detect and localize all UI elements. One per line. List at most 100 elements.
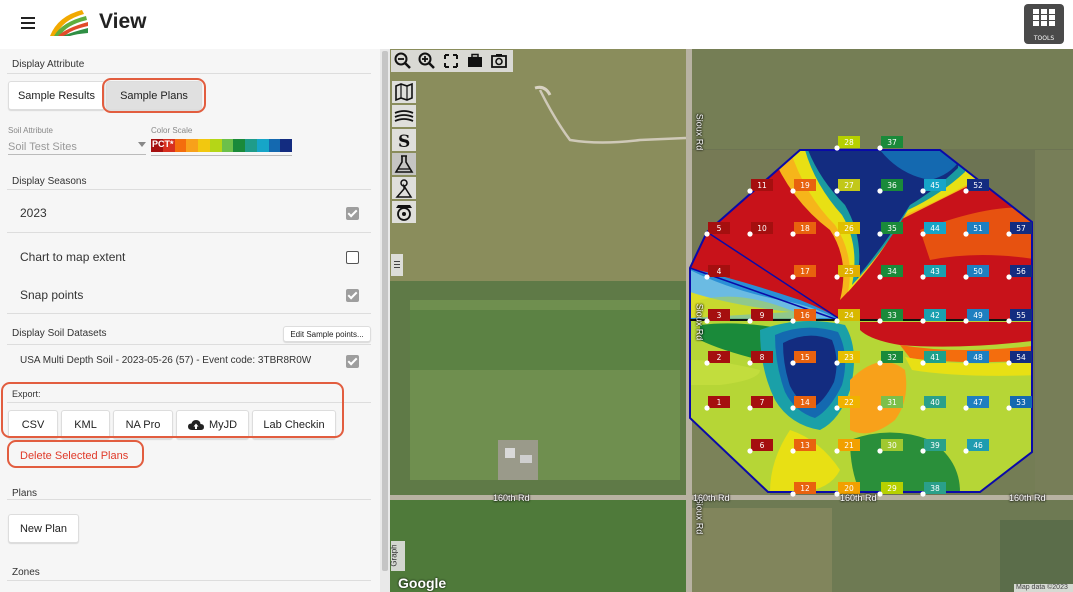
briefcase-icon[interactable] [465,51,485,71]
season-2023-checkbox[interactable] [346,207,359,220]
map-view[interactable]: 1 2 3 4 5 6 7 8 9 10 11 12 13 14 15 16 17 18 19 20 21 22 23 24 2… [390,49,1073,592]
sample-point-label: 34 [887,267,897,276]
sample-point-dot [877,405,883,411]
sample-tool[interactable] [392,153,416,175]
scrollbar-thumb[interactable] [382,51,388,571]
sample-point-dot [834,318,840,324]
sample-point-dot [877,188,883,194]
sample-point-dot [790,318,796,324]
export-title: Export: [12,389,41,399]
sample-point-dot [834,448,840,454]
sample-point-dot [834,491,840,497]
sample-point-label: 38 [930,484,940,493]
sample-point-label: 6 [760,441,765,450]
camera-icon[interactable] [489,51,509,71]
sample-point-label: 57 [1016,224,1026,233]
sample-point-label: 29 [887,484,897,493]
sample-point-dot [1006,231,1012,237]
flask-icon [394,155,414,173]
zoom-in-icon[interactable] [417,51,437,71]
snap-points-checkbox[interactable] [346,289,359,302]
sample-point-label: 12 [800,484,810,493]
display-seasons-title: Display Seasons [12,176,87,187]
sample-point-label: 43 [930,267,940,276]
sample-point-dot [963,318,969,324]
sample-point-label: 19 [800,181,810,190]
sample-point-dot [747,188,753,194]
svg-text:S: S [398,132,410,151]
sample-point-label: 17 [800,267,810,276]
sample-point-dot [834,145,840,151]
sample-point-dot [704,360,710,366]
color-scale-swatch [280,139,292,152]
sample-point-label: 10 [757,224,767,233]
yield-tool[interactable] [392,201,416,223]
graph-tab[interactable]: Graph [390,541,405,571]
tab-sample-plans[interactable]: Sample Plans [106,81,202,110]
soil-attribute-select[interactable]: Soil Test Sites [8,137,146,155]
sample-point-dot [704,318,710,324]
sample-point-dot [877,318,883,324]
sample-point-label: 8 [760,353,765,362]
edit-sample-points-button[interactable]: Edit Sample points... [283,326,371,342]
color-scale-swatch [198,139,210,152]
tab-sample-results[interactable]: Sample Results [8,81,105,110]
road-label-160th-center: 160th Rd [840,493,877,503]
sample-point-label: 30 [887,441,897,450]
divider [7,344,371,345]
color-scale-select[interactable]: PCT* [151,138,292,156]
sample-point-label: 27 [844,181,854,190]
season-2023-label: 2023 [20,206,47,220]
sample-point-label: 51 [973,224,983,233]
sample-point-dot [790,274,796,280]
road-label-sioux-mid: Sioux Rd [694,303,705,341]
soil-survey-tool[interactable]: S [392,129,416,151]
scouting-tool[interactable] [392,177,416,199]
export-csv-button[interactable]: CSV [8,410,58,439]
divider [7,499,371,500]
divider [7,232,371,233]
soil-dataset-checkbox[interactable] [346,355,359,368]
sample-point-dot [963,274,969,280]
sample-point-dot [1006,318,1012,324]
sample-point-dot [963,448,969,454]
sample-point-dot [834,188,840,194]
delete-selected-plans-button[interactable]: Delete Selected Plans [20,450,128,462]
sample-point-label: 23 [844,353,854,362]
export-myjd-button[interactable]: MyJD [176,410,249,439]
color-scale-swatch [186,139,198,152]
sample-point-dot [834,405,840,411]
fullscreen-icon[interactable] [441,51,461,71]
tools-button[interactable]: TOOLS [1024,4,1064,44]
hamburger-menu-icon[interactable] [18,12,40,34]
sample-point-dot [834,231,840,237]
sample-point-label: 7 [760,398,765,407]
sample-point-dot [877,145,883,151]
sample-point-label: 31 [887,398,897,407]
export-lab-checkin-button[interactable]: Lab Checkin [252,410,336,439]
terrain-tool[interactable] [392,105,416,127]
color-scale-swatch [221,139,234,152]
sample-point-label: 25 [844,267,854,276]
zoom-out-icon[interactable] [393,51,413,71]
map-layers-tool[interactable] [392,81,416,103]
sample-point-label: 14 [800,398,810,407]
divider [7,189,371,190]
export-kml-button[interactable]: KML [61,410,110,439]
soil-attribute-label: Soil Attribute [8,126,53,135]
left-panel-scrollbar[interactable] [380,49,390,592]
chart-to-map-extent-checkbox[interactable] [346,251,359,264]
divider [7,313,371,314]
sample-point-label: 3 [717,311,722,320]
app-logo [50,10,88,36]
grid-icon [1033,9,1055,27]
new-plan-button[interactable]: New Plan [8,514,79,543]
sample-point-label: 49 [973,311,983,320]
color-scale-swatch [233,139,245,152]
export-na-pro-button[interactable]: NA Pro [113,410,173,439]
sample-point-label: 41 [930,353,940,362]
road-label-sioux-bottom: Sioux Rd [694,497,705,535]
map-list-handle[interactable] [391,254,403,276]
sample-point-label: 50 [973,267,983,276]
color-scale-swatch [174,139,187,152]
